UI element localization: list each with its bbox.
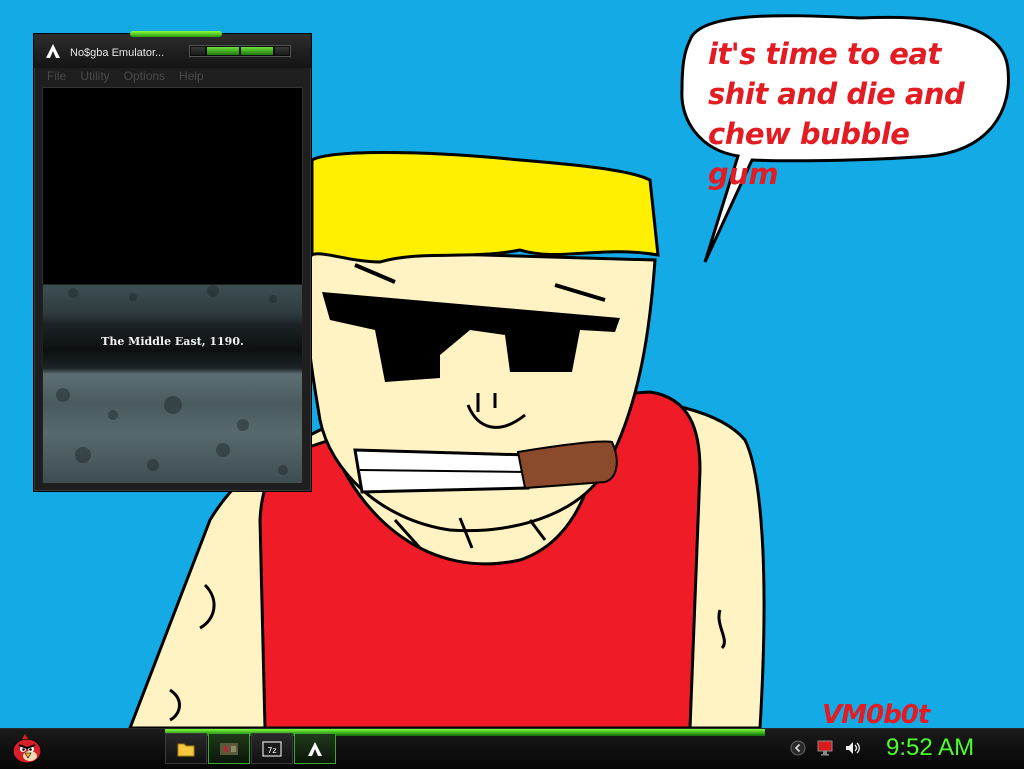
taskbar-button-game[interactable] (208, 733, 250, 764)
speech-bubble-text: it's time to eat shit and die and chew b… (708, 37, 965, 191)
system-tray (790, 740, 862, 756)
chevron-left-icon[interactable] (790, 740, 806, 756)
emulator-triangle-icon (308, 741, 322, 756)
grunge-texture (56, 285, 288, 475)
window-glow (130, 31, 222, 37)
svg-text:7z: 7z (267, 746, 276, 755)
minimize-button[interactable] (191, 47, 205, 55)
menu-help[interactable]: Help (172, 68, 211, 84)
game-caption: The Middle East, 1190. (101, 335, 244, 348)
close-button[interactable] (275, 47, 289, 55)
taskbar: 7z 9:52 AM (0, 728, 1024, 769)
top-screen[interactable] (42, 87, 303, 285)
window-title: No$gba Emulator... (70, 47, 165, 59)
artist-signature: VM0b0t (822, 700, 930, 730)
restore-button[interactable] (241, 47, 273, 55)
angry-bird-icon[interactable] (10, 732, 44, 766)
title-bar[interactable]: No$gba Emulator... (34, 34, 311, 68)
folder-icon (177, 743, 195, 756)
taskbar-button-explorer[interactable] (165, 733, 207, 764)
bottom-screen[interactable]: The Middle East, 1190. (42, 284, 303, 484)
taskbar-button-emulator[interactable] (294, 733, 336, 764)
menu-utility[interactable]: Utility (73, 68, 116, 84)
taskbar-buttons: 7z (165, 733, 336, 764)
zip-archive-icon: 7z (262, 740, 282, 757)
emulator-window[interactable]: No$gba Emulator... File Utility Options … (33, 31, 312, 492)
taskbar-clock[interactable]: 9:52 AM (886, 734, 974, 762)
game-icon (220, 742, 238, 755)
window-controls (189, 45, 291, 57)
speaker-icon[interactable] (844, 740, 862, 756)
monitor-icon[interactable] (816, 740, 834, 756)
menu-bar: File Utility Options Help (40, 68, 305, 84)
menu-options[interactable]: Options (117, 68, 172, 84)
taskbar-button-7zip[interactable]: 7z (251, 733, 293, 764)
menu-file[interactable]: File (40, 68, 73, 84)
emulator-triangle-icon (46, 44, 60, 58)
maximize-button[interactable] (207, 47, 239, 55)
